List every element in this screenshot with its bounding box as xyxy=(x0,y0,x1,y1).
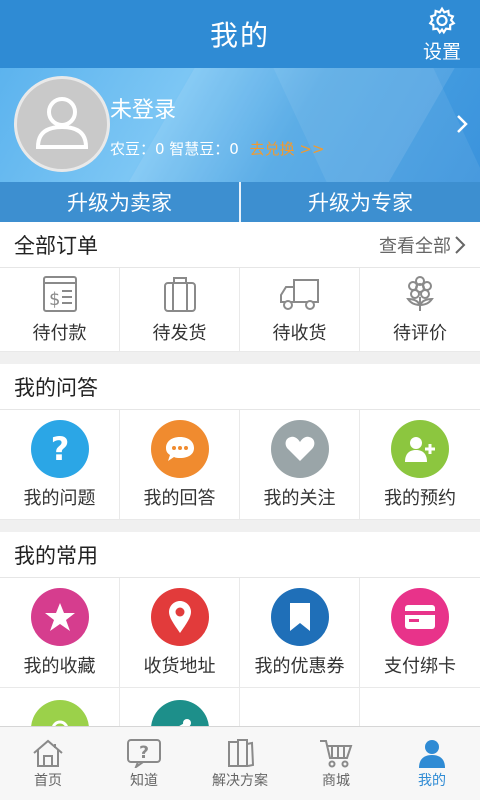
card-icon xyxy=(391,587,449,646)
settings-label: 设置 xyxy=(422,41,461,63)
my-follows[interactable]: 我的关注 xyxy=(240,410,360,520)
common-label: 支付绑卡 xyxy=(384,655,456,677)
tab-label: 首页 xyxy=(34,772,62,789)
person-icon xyxy=(419,739,445,768)
my-coupons[interactable]: 我的优惠券 xyxy=(240,578,360,688)
qa-title: 我的问答 xyxy=(14,375,98,400)
qa-label: 我的问题 xyxy=(23,487,96,509)
bookmark-icon xyxy=(270,587,329,646)
orders-title: 全部订单 xyxy=(14,233,98,258)
svg-text:?: ? xyxy=(139,743,149,763)
upgrade-bar: 升级为卖家 升级为专家 xyxy=(0,182,480,222)
cart-icon xyxy=(320,739,353,767)
common-item-5[interactable] xyxy=(0,688,120,726)
order-label: 待付款 xyxy=(32,322,87,344)
truck-icon xyxy=(279,278,319,310)
tab-label: 知道 xyxy=(130,772,158,789)
settings-partial-icon xyxy=(30,700,89,726)
question-icon: ? xyxy=(30,419,89,478)
chevron-right-icon xyxy=(455,235,466,254)
tab-home[interactable]: 首页 xyxy=(0,727,96,800)
payment-card[interactable]: 支付绑卡 xyxy=(360,578,480,688)
bottom-tab-bar: 首页 ? 知道 解决方案 商城 我的 xyxy=(0,726,480,800)
beans-count: 农豆：0 智慧豆：0 xyxy=(110,140,239,158)
share-partial-icon xyxy=(150,700,209,726)
empty-cell xyxy=(240,688,360,726)
common-label: 收货地址 xyxy=(143,655,216,677)
view-all-orders-link[interactable]: 查看全部 xyxy=(379,232,466,258)
qa-header: 我的问答 xyxy=(0,364,480,410)
view-all-label: 查看全部 xyxy=(379,235,451,257)
tab-label: 我的 xyxy=(418,772,446,789)
orders-header: 全部订单 查看全部 xyxy=(0,222,480,268)
my-answers[interactable]: 我的回答 xyxy=(120,410,240,520)
order-pending-review[interactable]: 待评价 xyxy=(360,268,480,352)
qa-label: 我的预约 xyxy=(384,487,456,509)
qa-label: 我的关注 xyxy=(263,487,336,509)
avatar[interactable] xyxy=(14,76,110,172)
receipt-icon: $ xyxy=(42,275,77,312)
tab-mine[interactable]: 我的 xyxy=(384,727,480,800)
beans-info: 农豆：0 智慧豆：0 去兑换 >> xyxy=(110,138,325,159)
tab-mall[interactable]: 商城 xyxy=(288,727,384,800)
chat-bubble-icon xyxy=(150,419,209,478)
my-questions[interactable]: ? 我的问题 xyxy=(0,410,120,520)
svg-text:?: ? xyxy=(50,432,69,466)
exchange-link[interactable]: 去兑换 >> xyxy=(250,140,325,158)
add-user-icon xyxy=(391,419,449,478)
my-appointments[interactable]: 我的预约 xyxy=(360,410,480,520)
tab-solutions[interactable]: 解决方案 xyxy=(192,727,288,800)
tab-label: 商城 xyxy=(322,772,350,789)
my-favorites[interactable]: 我的收藏 xyxy=(0,578,120,688)
common-title: 我的常用 xyxy=(14,543,98,568)
star-icon xyxy=(30,587,89,646)
orders-section: 全部订单 查看全部 $ 待付款 待发货 待收货 待评价 xyxy=(0,222,480,352)
question-chat-icon: ? xyxy=(127,738,161,768)
order-pending-shipment[interactable]: 待发货 xyxy=(120,268,240,352)
settings-button[interactable]: 设置 xyxy=(416,6,468,64)
location-pin-icon xyxy=(150,587,209,646)
tab-know[interactable]: ? 知道 xyxy=(96,727,192,800)
home-icon xyxy=(33,739,63,767)
common-section: 我的常用 我的收藏 收货地址 我的优惠券 支付绑卡 xyxy=(0,532,480,726)
order-label: 待发货 xyxy=(152,322,207,344)
books-icon xyxy=(228,738,255,767)
shipping-address[interactable]: 收货地址 xyxy=(120,578,240,688)
common-label: 我的收藏 xyxy=(23,655,96,677)
order-label: 待评价 xyxy=(393,322,447,344)
heart-icon xyxy=(270,419,329,478)
order-label: 待收货 xyxy=(272,322,327,344)
empty-cell xyxy=(360,688,480,726)
order-pending-receipt[interactable]: 待收货 xyxy=(240,268,360,352)
suitcase-icon xyxy=(163,276,196,312)
tab-label: 解决方案 xyxy=(212,772,268,789)
order-pending-payment[interactable]: $ 待付款 xyxy=(0,268,120,352)
page-title: 我的 xyxy=(209,19,270,52)
upgrade-seller-button[interactable]: 升级为卖家 xyxy=(0,182,239,222)
common-header: 我的常用 xyxy=(0,532,480,578)
svg-text:$: $ xyxy=(49,289,60,310)
default-user-icon xyxy=(35,97,89,149)
qa-label: 我的回答 xyxy=(143,487,216,509)
title-bar: 我的 设置 xyxy=(0,0,480,68)
gear-icon xyxy=(428,6,456,35)
flower-icon xyxy=(406,275,434,311)
common-item-6[interactable] xyxy=(120,688,240,726)
qa-section: 我的问答 ? 我的问题 我的回答 我的关注 我的预约 xyxy=(0,364,480,520)
login-status[interactable]: 未登录 xyxy=(110,92,176,124)
profile-chevron-right-icon[interactable] xyxy=(456,114,468,138)
upgrade-expert-button[interactable]: 升级为专家 xyxy=(241,182,480,222)
common-label: 我的优惠券 xyxy=(254,655,345,677)
